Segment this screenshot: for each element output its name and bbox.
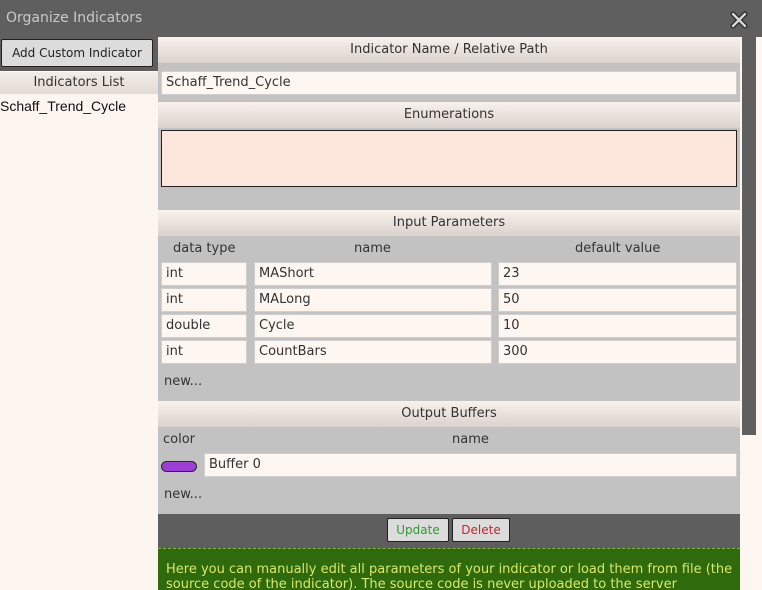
param-default-field[interactable]: 50: [498, 288, 737, 312]
sidebar: Add Custom Indicator Indicators List Sch…: [0, 37, 158, 590]
indicator-list-item[interactable]: Schaff_Trend_Cycle: [0, 98, 126, 114]
param-name-field[interactable]: CountBars: [254, 340, 492, 364]
param-default-field[interactable]: 23: [498, 262, 737, 286]
column-buffer-name: name: [452, 432, 489, 447]
param-name-field[interactable]: Cycle: [254, 314, 492, 338]
sidebar-toolbar: Add Custom Indicator: [0, 37, 158, 71]
indicator-name-field[interactable]: Schaff_Trend_Cycle: [161, 71, 737, 95]
param-type-field[interactable]: int: [161, 262, 247, 286]
update-button[interactable]: Update: [387, 518, 449, 542]
param-type-field[interactable]: int: [161, 340, 247, 364]
scrollbar-thumb[interactable]: [742, 37, 756, 435]
enumerations-textarea[interactable]: [161, 130, 737, 187]
indicator-editor: Indicator Name / Relative Path Schaff_Tr…: [158, 37, 740, 590]
param-default-field[interactable]: 10: [498, 314, 737, 338]
help-message: Here you can manually edit all parameter…: [158, 548, 740, 590]
action-bar: Update Delete: [158, 514, 740, 548]
column-color: color: [163, 432, 196, 447]
param-type-field[interactable]: int: [161, 288, 247, 312]
close-icon[interactable]: [730, 11, 748, 29]
scrollbar[interactable]: [740, 37, 762, 590]
window-title: Organize Indicators: [6, 10, 143, 26]
delete-button[interactable]: Delete: [452, 518, 510, 542]
buffer-color-swatch[interactable]: [161, 461, 197, 472]
name-section-header: Indicator Name / Relative Path: [158, 37, 740, 63]
column-data-type: data type: [173, 241, 236, 256]
param-default-field[interactable]: 300: [498, 340, 737, 364]
indicators-list-header: Indicators List: [0, 72, 158, 94]
column-name: name: [354, 241, 391, 256]
column-default-value: default value: [575, 241, 661, 256]
input-parameters-header: Input Parameters: [158, 210, 740, 236]
buffer-name-field[interactable]: Buffer 0: [204, 453, 737, 477]
new-parameter-link[interactable]: new...: [164, 374, 202, 389]
add-custom-indicator-button[interactable]: Add Custom Indicator: [1, 39, 153, 67]
enumerations-header: Enumerations: [158, 102, 740, 128]
param-name-field[interactable]: MALong: [254, 288, 492, 312]
window-titlebar: Organize Indicators: [0, 0, 762, 37]
new-buffer-link[interactable]: new...: [164, 487, 202, 502]
param-type-field[interactable]: double: [161, 314, 247, 338]
param-name-field[interactable]: MAShort: [254, 262, 492, 286]
output-buffers-header: Output Buffers: [158, 401, 740, 427]
